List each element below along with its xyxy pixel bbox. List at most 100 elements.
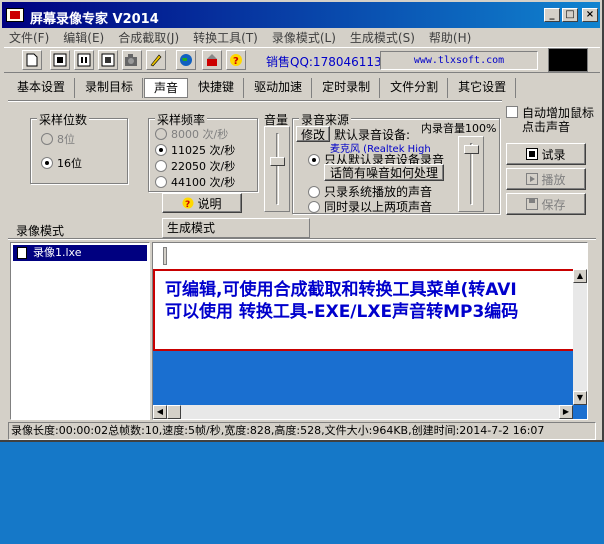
pause-icon[interactable] — [74, 50, 94, 70]
auto-click-sound-label: 自动增加鼠标点击声音 — [522, 106, 595, 134]
menu-tools[interactable]: 转换工具(T) — [186, 29, 265, 46]
list-item-label: 录像1.lxe — [33, 246, 82, 259]
tab-divider — [8, 100, 502, 102]
auto-click-sound-option[interactable]: 自动增加鼠标点击声音 — [506, 106, 604, 134]
internal-volume-label: 内录音量100% — [421, 122, 497, 135]
radio-icon — [155, 160, 167, 172]
menu-edit[interactable]: 编辑(E) — [56, 29, 111, 46]
scroll-right-button[interactable]: ▶ — [559, 405, 573, 419]
toolbar: ? 销售QQ:178046113 www.tlxsoft.com — [4, 47, 600, 73]
rate-22050-option[interactable]: 22050 次/秒 — [155, 158, 235, 174]
vertical-scrollbar[interactable]: ▲ ▼ — [573, 269, 587, 405]
scroll-left-button[interactable]: ◀ — [153, 405, 167, 419]
wizard-icon[interactable] — [202, 50, 222, 70]
sample-bits-legend: 采样位数 — [37, 111, 90, 128]
save-button[interactable]: 保存 — [506, 193, 586, 215]
sample-rate-group: 采样频率 8000 次/秒 11025 次/秒 22050 次/秒 44100 … — [148, 111, 258, 192]
bits-8-option[interactable]: 8位 — [41, 131, 75, 147]
radio-icon — [155, 128, 167, 140]
bits-8-label: 8位 — [57, 133, 75, 146]
radio-icon — [155, 176, 167, 188]
camera-icon[interactable] — [122, 50, 142, 70]
rate-8000-option[interactable]: 8000 次/秒 — [155, 126, 228, 142]
preview-box — [548, 48, 588, 72]
rate-44100-label: 44100 次/秒 — [171, 176, 236, 189]
help-icon: ? — [182, 197, 194, 209]
file-icon — [17, 247, 27, 259]
rate-22050-label: 22050 次/秒 — [171, 160, 236, 173]
explain-button[interactable]: ? 说明 — [162, 193, 242, 213]
new-file-icon[interactable] — [22, 50, 42, 70]
settings-tabs: 基本设置 录制目标 声音 快捷键 驱动加速 定时录制 文件分割 其它设置 — [8, 76, 594, 98]
scroll-down-button[interactable]: ▼ — [573, 391, 587, 405]
bits-16-option[interactable]: 16位 — [41, 155, 82, 171]
tab-timer[interactable]: 定时录制 — [313, 78, 381, 98]
record-mode-label: 录像模式 — [16, 224, 65, 238]
help-icon[interactable]: ? — [226, 50, 246, 70]
noise-help-button[interactable]: 话筒有噪音如何处理 — [324, 164, 444, 181]
website-link[interactable]: www.tlxsoft.com — [380, 51, 538, 70]
menu-file[interactable]: 文件(F) — [2, 29, 56, 46]
tab-driver[interactable]: 驱动加速 — [245, 78, 313, 98]
volume-slider[interactable] — [264, 126, 290, 212]
scroll-thumb[interactable] — [167, 405, 181, 419]
tab-target[interactable]: 录制目标 — [76, 78, 144, 98]
main-window: 屏幕录像专家 V2014 _ □ × 文件(F) 编辑(E) 合成截取(J) 转… — [0, 0, 604, 442]
radio-icon — [308, 200, 320, 213]
tab-sound[interactable]: 声音 — [144, 78, 189, 98]
menu-generate-mode[interactable]: 生成模式(S) — [343, 29, 422, 46]
timeline-marker[interactable] — [163, 247, 167, 265]
play-button[interactable]: 播放 — [506, 168, 586, 190]
info-line-2: 可以使用 转换工具-EXE/LXE声音转MP3编码 — [165, 302, 519, 322]
record-icon[interactable] — [50, 50, 70, 70]
audition-button[interactable]: 试录 — [506, 143, 586, 165]
timeline-ruler[interactable] — [153, 243, 587, 269]
rate-11025-label: 11025 次/秒 — [171, 144, 236, 157]
modify-button[interactable]: 修改 — [296, 126, 330, 142]
internal-volume-slider[interactable] — [458, 136, 484, 212]
both-sources-label: 同时录以上两项声音 — [324, 200, 433, 214]
status-bar: 录像长度:00:00:02总帧数:10,速度:5帧/秒,宽度:828,高度:52… — [8, 422, 596, 440]
list-item[interactable]: 录像1.lxe — [13, 245, 147, 261]
tab-split[interactable]: 文件分割 — [381, 78, 449, 98]
preview-panel: 可编辑,可使用合成截取和转换工具菜单(转AVI 可以使用 转换工具-EXE/LX… — [152, 242, 588, 420]
audition-label: 试录 — [541, 147, 566, 162]
horizontal-scrollbar[interactable]: ◀ ▶ — [153, 405, 573, 419]
scroll-up-button[interactable]: ▲ — [573, 269, 587, 283]
tab-other[interactable]: 其它设置 — [449, 78, 517, 98]
sales-qq: 销售QQ:178046113 — [266, 55, 382, 69]
globe-icon[interactable] — [176, 50, 196, 70]
rate-44100-option[interactable]: 44100 次/秒 — [155, 174, 235, 190]
slider-track-line — [276, 133, 279, 205]
maximize-button[interactable]: □ — [562, 8, 578, 22]
minimize-button[interactable]: _ — [544, 8, 560, 22]
both-sources-option[interactable]: 同时录以上两项声音 — [308, 198, 432, 215]
explain-label: 说明 — [197, 196, 222, 211]
tab-basic[interactable]: 基本设置 — [8, 78, 76, 98]
pen-icon[interactable] — [146, 50, 166, 70]
menu-compose[interactable]: 合成截取(J) — [111, 29, 186, 46]
record-icon — [526, 148, 539, 160]
volume-slider-thumb[interactable] — [270, 157, 285, 166]
tab-generate-mode[interactable]: 生成模式 — [162, 218, 310, 238]
app-icon — [6, 8, 24, 22]
tab-hotkey[interactable]: 快捷键 — [189, 78, 245, 98]
svg-text:?: ? — [185, 200, 190, 209]
menu-bar: 文件(F) 编辑(E) 合成截取(J) 转换工具(T) 录像模式(L) 生成模式… — [2, 28, 600, 46]
radio-selected-icon — [155, 144, 167, 156]
close-button[interactable]: × — [582, 8, 598, 22]
save-label: 保存 — [541, 197, 566, 212]
mode-divider — [8, 238, 596, 240]
info-line-1: 可编辑,可使用合成截取和转换工具菜单(转AVI — [165, 280, 517, 300]
radio-selected-icon — [41, 157, 53, 169]
play-label: 播放 — [541, 172, 566, 187]
internal-volume-thumb[interactable] — [464, 145, 479, 154]
rate-11025-option[interactable]: 11025 次/秒 — [155, 142, 235, 158]
title-bar[interactable]: 屏幕录像专家 V2014 _ □ × — [2, 2, 600, 28]
recording-list[interactable]: 录像1.lxe — [10, 242, 150, 420]
radio-icon — [308, 185, 320, 198]
menu-help[interactable]: 帮助(H) — [422, 29, 478, 46]
svg-text:?: ? — [233, 56, 239, 67]
stop-icon[interactable] — [98, 50, 118, 70]
menu-record-mode[interactable]: 录像模式(L) — [265, 29, 343, 46]
